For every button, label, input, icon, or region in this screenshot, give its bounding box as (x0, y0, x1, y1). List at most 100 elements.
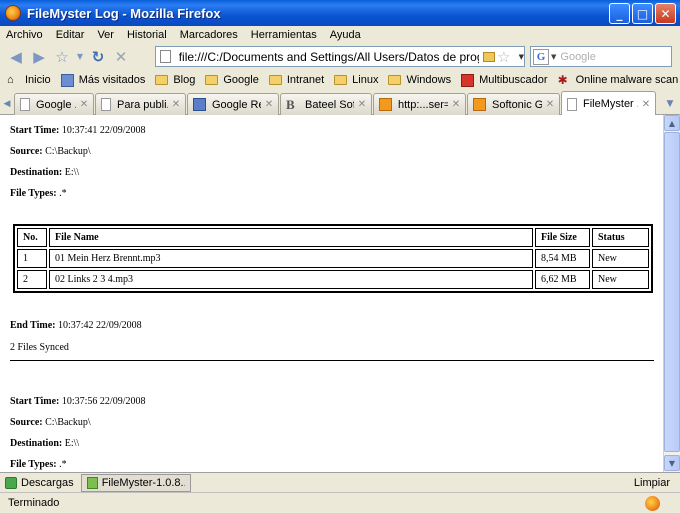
url-text[interactable]: file:///C:/Documents and Settings/All Us… (179, 50, 479, 64)
bookmark-multibuscador[interactable]: Multibuscador (461, 73, 548, 87)
tab-label: Softonic Gl... (492, 98, 542, 111)
destination-1: Destination: E:\\ (10, 167, 79, 178)
tab-close-icon[interactable]: ✕ (640, 99, 652, 110)
bookmark-label: Windows (406, 74, 452, 86)
scroll-down-icon[interactable]: ▼ (664, 455, 680, 471)
end-time-value: 10:37:42 22/09/2008 (57, 320, 142, 331)
tab-close-icon[interactable]: ✕ (356, 99, 368, 110)
start-time-label: Start Time: (10, 125, 60, 136)
separator-line (10, 360, 654, 361)
navigation-toolbar: ◀ ▶ ☆ ▼ ↻ ✕ file:///C:/Documents and Set… (0, 43, 680, 70)
end-time: End Time: 10:37:42 22/09/2008 (10, 320, 142, 331)
softonic-icon (379, 98, 392, 111)
folder-icon (334, 75, 348, 85)
forward-button[interactable]: ▶ (29, 47, 49, 67)
bookmark-google[interactable]: Google (205, 74, 259, 86)
cell-status: New (592, 270, 649, 289)
tab-label: Google Re... (212, 98, 261, 111)
stop-button[interactable]: ✕ (111, 47, 131, 67)
cell-file-size: 8,54 MB (535, 249, 590, 268)
bookmark-label: Multibuscador (479, 74, 548, 86)
page-icon (20, 98, 30, 111)
softonic-icon (473, 98, 486, 111)
tab-close-icon[interactable]: ✕ (170, 99, 182, 110)
tab-google[interactable]: Google ... ✕ (14, 93, 94, 115)
back-button[interactable]: ◀ (6, 47, 26, 67)
tab-filemyster[interactable]: FileMyster ... ✕ (561, 91, 656, 116)
bookmark-label: Más visitados (78, 74, 146, 86)
google-search-engine-icon[interactable]: G (533, 48, 549, 65)
clear-downloads-button[interactable]: Limpiar (634, 477, 670, 489)
firefox-status-icon[interactable] (645, 496, 660, 511)
bookmark-label: Google (223, 74, 259, 86)
window-title: FileMyster Log - Mozilla Firefox (27, 5, 221, 21)
folder-icon (268, 75, 282, 85)
tab-label: Bateel Sof... (305, 98, 354, 111)
cell-file-name: 01 Mein Herz Brennt.mp3 (49, 249, 533, 268)
menu-ayuda[interactable]: Ayuda (330, 29, 361, 41)
download-item[interactable]: FileMyster-1.0.8.... (80, 473, 191, 492)
file-types-1: File Types: .* (10, 188, 67, 199)
destination-label: Destination: (10, 167, 63, 178)
reload-button[interactable]: ↻ (88, 47, 108, 67)
page-icon (101, 98, 111, 111)
source-value: C:\Backup\ (45, 146, 91, 157)
file-types-2: File Types: .* (10, 459, 67, 470)
minimize-button[interactable]: _ (609, 3, 630, 24)
tab-softonic[interactable]: Softonic Gl... ✕ (467, 93, 560, 115)
status-text: Terminado (8, 497, 60, 509)
menu-archivo[interactable]: Archivo (6, 29, 43, 41)
downloads-icon (5, 476, 17, 489)
tab-google-reader[interactable]: Google Re... ✕ (187, 93, 279, 115)
header-file-size: File Size (535, 228, 590, 247)
search-engine-dropdown-icon[interactable]: ▼ (551, 53, 556, 61)
url-dropdown-icon[interactable]: ▼ (519, 53, 524, 61)
bookmark-linux[interactable]: Linux (334, 74, 378, 86)
tab-label: Google ... (36, 98, 76, 111)
tab-close-icon[interactable]: ✕ (78, 99, 90, 110)
source-1: Source: C:\Backup\ (10, 146, 91, 157)
start-time-2: Start Time: 10:37:56 22/09/2008 (10, 396, 145, 407)
close-button[interactable]: ✕ (655, 3, 676, 24)
menu-marcadores[interactable]: Marcadores (180, 29, 238, 41)
tab-close-icon[interactable]: ✕ (263, 99, 275, 110)
file-types-value: .* (59, 459, 67, 470)
url-bar[interactable]: file:///C:/Documents and Settings/All Us… (155, 46, 525, 67)
folder-icon (482, 51, 496, 62)
header-status: Status (592, 228, 649, 247)
tab-bateel-soft[interactable]: B Bateel Sof... ✕ (280, 93, 372, 115)
bookmark-online-malware-scan[interactable]: ✱ Online malware scan (557, 72, 679, 87)
bookmark-windows[interactable]: Windows (388, 74, 451, 86)
maximize-button[interactable]: □ (632, 3, 653, 24)
home-star-icon[interactable]: ☆ (52, 47, 72, 67)
status-bar: Terminado (0, 492, 680, 513)
bookmark-intranet[interactable]: Intranet (268, 74, 324, 86)
bookmark-mas-visitados[interactable]: Más visitados (60, 73, 146, 87)
scrollbar-thumb[interactable] (664, 132, 680, 452)
menu-herramientas[interactable]: Herramientas (251, 29, 317, 41)
tab-scroll-left-icon[interactable]: ◀ (2, 95, 12, 112)
downloads-button[interactable]: Descargas (0, 473, 79, 493)
history-dropdown-icon[interactable]: ▼ (75, 47, 85, 67)
scroll-up-icon[interactable]: ▲ (664, 115, 680, 131)
cell-status: New (592, 249, 649, 268)
tab-close-icon[interactable]: ✕ (450, 99, 462, 110)
vertical-scrollbar[interactable]: ▲ ▼ (663, 115, 680, 472)
tab-list-dropdown-icon[interactable]: ▼ (665, 95, 675, 112)
search-box[interactable]: G ▼ Google (530, 46, 672, 67)
bookmark-star-icon[interactable]: ☆ (497, 48, 510, 66)
menu-editar[interactable]: Editar (56, 29, 85, 41)
malware-scan-icon: ✱ (557, 72, 568, 87)
tab-para-publi[interactable]: Para publi... ✕ (95, 93, 186, 115)
files-table: No. File Name File Size Status 1 01 Mein… (13, 224, 653, 293)
menu-ver[interactable]: Ver (97, 29, 114, 41)
tab-close-icon[interactable]: ✕ (544, 99, 556, 110)
bookmark-label: Inicio (25, 74, 51, 86)
bookmark-blog[interactable]: Blog (155, 74, 195, 86)
folder-icon (205, 75, 219, 85)
search-placeholder[interactable]: Google (560, 51, 595, 63)
menu-historial[interactable]: Historial (127, 29, 167, 41)
files-synced: 2 Files Synced (10, 342, 69, 353)
tab-http-user[interactable]: http:...ser= ✕ (373, 93, 466, 115)
bookmark-inicio[interactable]: ⌂ Inicio (7, 74, 51, 87)
